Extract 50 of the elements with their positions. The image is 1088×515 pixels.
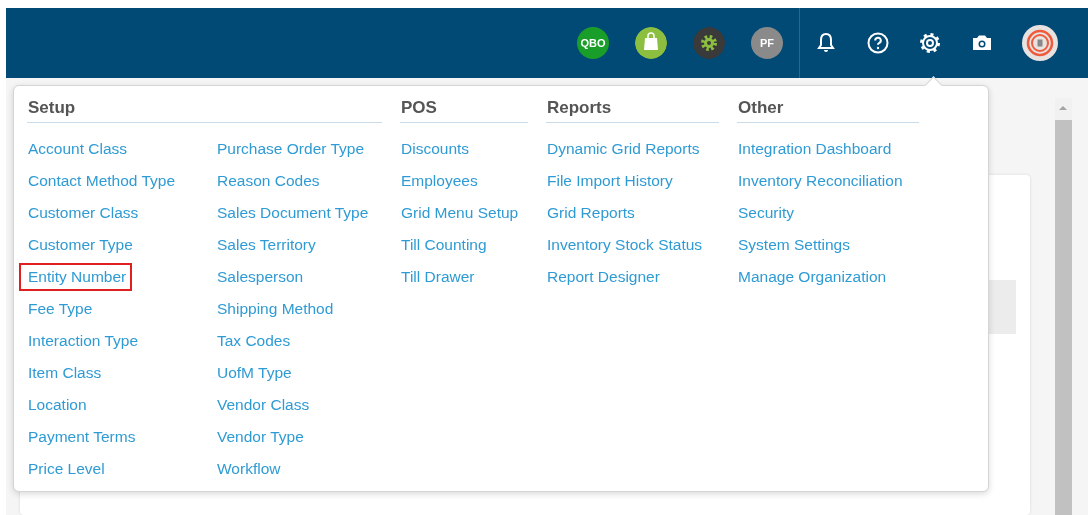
menu-link[interactable]: Discounts <box>400 133 471 165</box>
menu-link[interactable]: Inventory Reconciliation <box>737 165 904 197</box>
menu-link[interactable]: UofM Type <box>216 357 293 389</box>
menu-link[interactable]: Employees <box>400 165 479 197</box>
menu-link[interactable]: Dynamic Grid Reports <box>546 133 701 165</box>
settings-icon[interactable] <box>918 31 942 55</box>
gear-icon[interactable] <box>693 27 725 59</box>
menu-link[interactable]: Interaction Type <box>27 325 139 357</box>
menu-link[interactable]: Purchase Order Type <box>216 133 366 165</box>
menu-link[interactable]: Salesperson <box>216 261 305 293</box>
menu-link[interactable]: Customer Class <box>27 197 140 229</box>
menu-link[interactable]: Account Class <box>27 133 129 165</box>
menu-link[interactable]: Location <box>27 389 88 421</box>
menu-link[interactable]: Vendor Class <box>216 389 311 421</box>
avatar-icon[interactable] <box>1022 25 1058 61</box>
integration-badge[interactable]: PF <box>751 27 783 59</box>
help-icon[interactable] <box>866 31 890 55</box>
menu-link[interactable]: Till Drawer <box>400 261 476 293</box>
menu-link[interactable]: Vendor Type <box>216 421 305 453</box>
menu-link[interactable]: Contact Method Type <box>27 165 177 197</box>
menu-link[interactable]: File Import History <box>546 165 674 197</box>
menu-link[interactable]: Fee Type <box>27 293 94 325</box>
menu-link[interactable]: Price Level <box>27 453 106 485</box>
section-heading: Reports <box>546 98 719 123</box>
menu-link[interactable]: Shipping Method <box>216 293 335 325</box>
menu-link[interactable]: Manage Organization <box>737 261 888 293</box>
menu-link[interactable]: Customer Type <box>27 229 134 261</box>
menu-link[interactable]: Sales Territory <box>216 229 317 261</box>
bell-icon[interactable] <box>814 31 838 55</box>
menu-link[interactable]: Tax Codes <box>216 325 292 357</box>
integration-badge[interactable]: QBO <box>577 27 609 59</box>
menu-link[interactable]: Workflow <box>216 453 282 485</box>
menu-link[interactable]: Sales Document Type <box>216 197 370 229</box>
shopping-bag-icon[interactable] <box>635 27 667 59</box>
section-heading: POS <box>400 98 528 123</box>
menu-link[interactable]: Entity Number <box>19 263 133 291</box>
menu-link[interactable]: Inventory Stock Status <box>546 229 704 261</box>
menu-link[interactable]: Grid Reports <box>546 197 636 229</box>
menu-link[interactable]: Report Designer <box>546 261 661 293</box>
menu-link[interactable]: Payment Terms <box>27 421 137 453</box>
menu-link[interactable]: Reason Codes <box>216 165 321 197</box>
section-heading: Other <box>737 98 919 123</box>
menu-link[interactable]: System Settings <box>737 229 851 261</box>
menu-link[interactable]: Integration Dashboard <box>737 133 893 165</box>
menu-link[interactable]: Security <box>737 197 795 229</box>
scrollbar[interactable] <box>1055 98 1072 515</box>
menu-link[interactable]: Till Counting <box>400 229 488 261</box>
menu-link[interactable]: Item Class <box>27 357 103 389</box>
section-heading: Setup <box>27 98 382 123</box>
menu-link[interactable]: Grid Menu Setup <box>400 197 520 229</box>
